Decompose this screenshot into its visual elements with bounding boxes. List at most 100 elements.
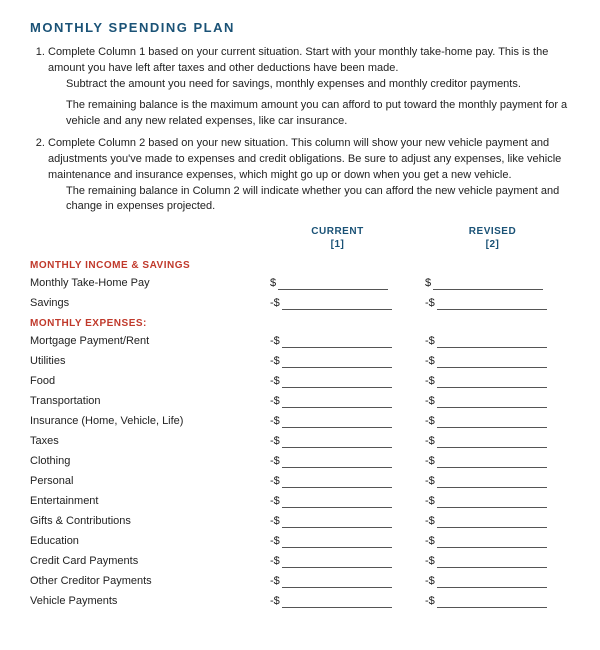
- current-input-cell: -$: [260, 454, 415, 468]
- current-dollar-sign: -$: [270, 515, 280, 527]
- current-input[interactable]: [282, 296, 392, 310]
- revised-input[interactable]: [437, 296, 547, 310]
- current-dollar-sign: -$: [270, 575, 280, 587]
- current-input[interactable]: [282, 574, 392, 588]
- revised-input-cell: -$: [415, 334, 570, 348]
- table-row: Monthly Take-Home Pay$$: [30, 273, 570, 293]
- row-label: Credit Card Payments: [30, 555, 260, 567]
- current-input[interactable]: [282, 394, 392, 408]
- current-input[interactable]: [282, 414, 392, 428]
- current-input-cell: -$: [260, 334, 415, 348]
- row-label: Savings: [30, 297, 260, 309]
- current-input-cell: -$: [260, 434, 415, 448]
- current-dollar-sign: -$: [270, 535, 280, 547]
- current-input-cell: -$: [260, 354, 415, 368]
- revised-input[interactable]: [437, 474, 547, 488]
- revised-dollar-sign: -$: [425, 595, 435, 607]
- table-row: Savings -$ -$: [30, 293, 570, 313]
- revised-input-cell: -$: [415, 394, 570, 408]
- current-input[interactable]: [282, 454, 392, 468]
- row-label: Utilities: [30, 355, 260, 367]
- revised-dollar-sign: -$: [425, 395, 435, 407]
- section-header: Monthly Expenses:: [30, 313, 570, 331]
- table-row: Taxes-$-$: [30, 431, 570, 451]
- revised-input[interactable]: [437, 494, 547, 508]
- revised-input-cell: -$: [415, 534, 570, 548]
- revised-input-cell: -$: [415, 414, 570, 428]
- revised-dollar-sign: -$: [425, 575, 435, 587]
- current-input-cell: -$: [260, 414, 415, 428]
- instruction-1-sub2: The remaining balance is the maximum amo…: [66, 98, 570, 130]
- current-input-cell: -$: [260, 554, 415, 568]
- current-input[interactable]: [282, 494, 392, 508]
- row-label: Transportation: [30, 395, 260, 407]
- current-input-cell: -$: [260, 594, 415, 608]
- revised-input-cell: -$: [415, 594, 570, 608]
- table-row: Mortgage Payment/Rent-$-$: [30, 331, 570, 351]
- revised-dollar-sign: -$: [425, 375, 435, 387]
- revised-input[interactable]: [437, 394, 547, 408]
- row-label: Gifts & Contributions: [30, 515, 260, 527]
- revised-dollar-sign: -$: [425, 535, 435, 547]
- current-input[interactable]: [278, 276, 388, 290]
- current-input[interactable]: [282, 434, 392, 448]
- revised-input-cell: -$: [415, 494, 570, 508]
- revised-input[interactable]: [437, 374, 547, 388]
- current-input[interactable]: [282, 354, 392, 368]
- revised-dollar-sign: -$: [425, 297, 435, 309]
- row-label: Taxes: [30, 435, 260, 447]
- revised-column-header: Revised [2]: [415, 225, 570, 251]
- revised-input-cell: -$: [415, 554, 570, 568]
- revised-dollar-sign: -$: [425, 475, 435, 487]
- revised-input[interactable]: [437, 454, 547, 468]
- current-input-cell: -$: [260, 574, 415, 588]
- current-dollar-sign: -$: [270, 297, 280, 309]
- current-input-cell: -$: [260, 394, 415, 408]
- current-input-cell: -$: [260, 534, 415, 548]
- revised-dollar-sign: -$: [425, 515, 435, 527]
- current-input-cell: -$: [260, 474, 415, 488]
- row-label: Monthly Take-Home Pay: [30, 277, 260, 289]
- current-input[interactable]: [282, 474, 392, 488]
- table-row: Entertainment-$-$: [30, 491, 570, 511]
- revised-input[interactable]: [437, 514, 547, 528]
- revised-input[interactable]: [433, 276, 543, 290]
- revised-dollar-sign: -$: [425, 435, 435, 447]
- revised-input-cell: -$: [415, 434, 570, 448]
- current-dollar-sign: -$: [270, 455, 280, 467]
- table-row: Credit Card Payments-$-$: [30, 551, 570, 571]
- revised-dollar-sign: -$: [425, 355, 435, 367]
- current-input[interactable]: [282, 554, 392, 568]
- revised-input[interactable]: [437, 414, 547, 428]
- table-row: Clothing-$-$: [30, 451, 570, 471]
- revised-input[interactable]: [437, 534, 547, 548]
- current-input[interactable]: [282, 334, 392, 348]
- table-row: Personal-$-$: [30, 471, 570, 491]
- table-body: Monthly Income & Savings Monthly Take-Hom…: [30, 255, 570, 611]
- instruction-2-sub1: The remaining balance in Column 2 will i…: [66, 184, 570, 216]
- row-label: Other Creditor Payments: [30, 575, 260, 587]
- revised-input[interactable]: [437, 354, 547, 368]
- row-label: Insurance (Home, Vehicle, Life): [30, 415, 260, 427]
- current-input[interactable]: [282, 594, 392, 608]
- revised-input[interactable]: [437, 554, 547, 568]
- revised-input[interactable]: [437, 434, 547, 448]
- current-input[interactable]: [282, 374, 392, 388]
- revised-input[interactable]: [437, 334, 547, 348]
- table-row: Education-$-$: [30, 531, 570, 551]
- current-dollar-sign: -$: [270, 375, 280, 387]
- table-row: Vehicle Payments-$-$: [30, 591, 570, 611]
- table-header-row: Current [1] Revised [2]: [30, 225, 570, 251]
- current-input[interactable]: [282, 514, 392, 528]
- revised-input[interactable]: [437, 594, 547, 608]
- revised-input-cell: -$: [415, 454, 570, 468]
- section-header: Monthly Income & Savings: [30, 255, 570, 273]
- current-input[interactable]: [282, 534, 392, 548]
- table-row: Other Creditor Payments -$ -$: [30, 571, 570, 591]
- revised-input-cell: $: [415, 276, 570, 290]
- table-row: Gifts & Contributions -$ -$: [30, 511, 570, 531]
- revised-input[interactable]: [437, 574, 547, 588]
- current-dollar-sign: -$: [270, 595, 280, 607]
- instruction-1-sub1: Subtract the amount you need for savings…: [66, 77, 570, 93]
- revised-dollar-sign: -$: [425, 455, 435, 467]
